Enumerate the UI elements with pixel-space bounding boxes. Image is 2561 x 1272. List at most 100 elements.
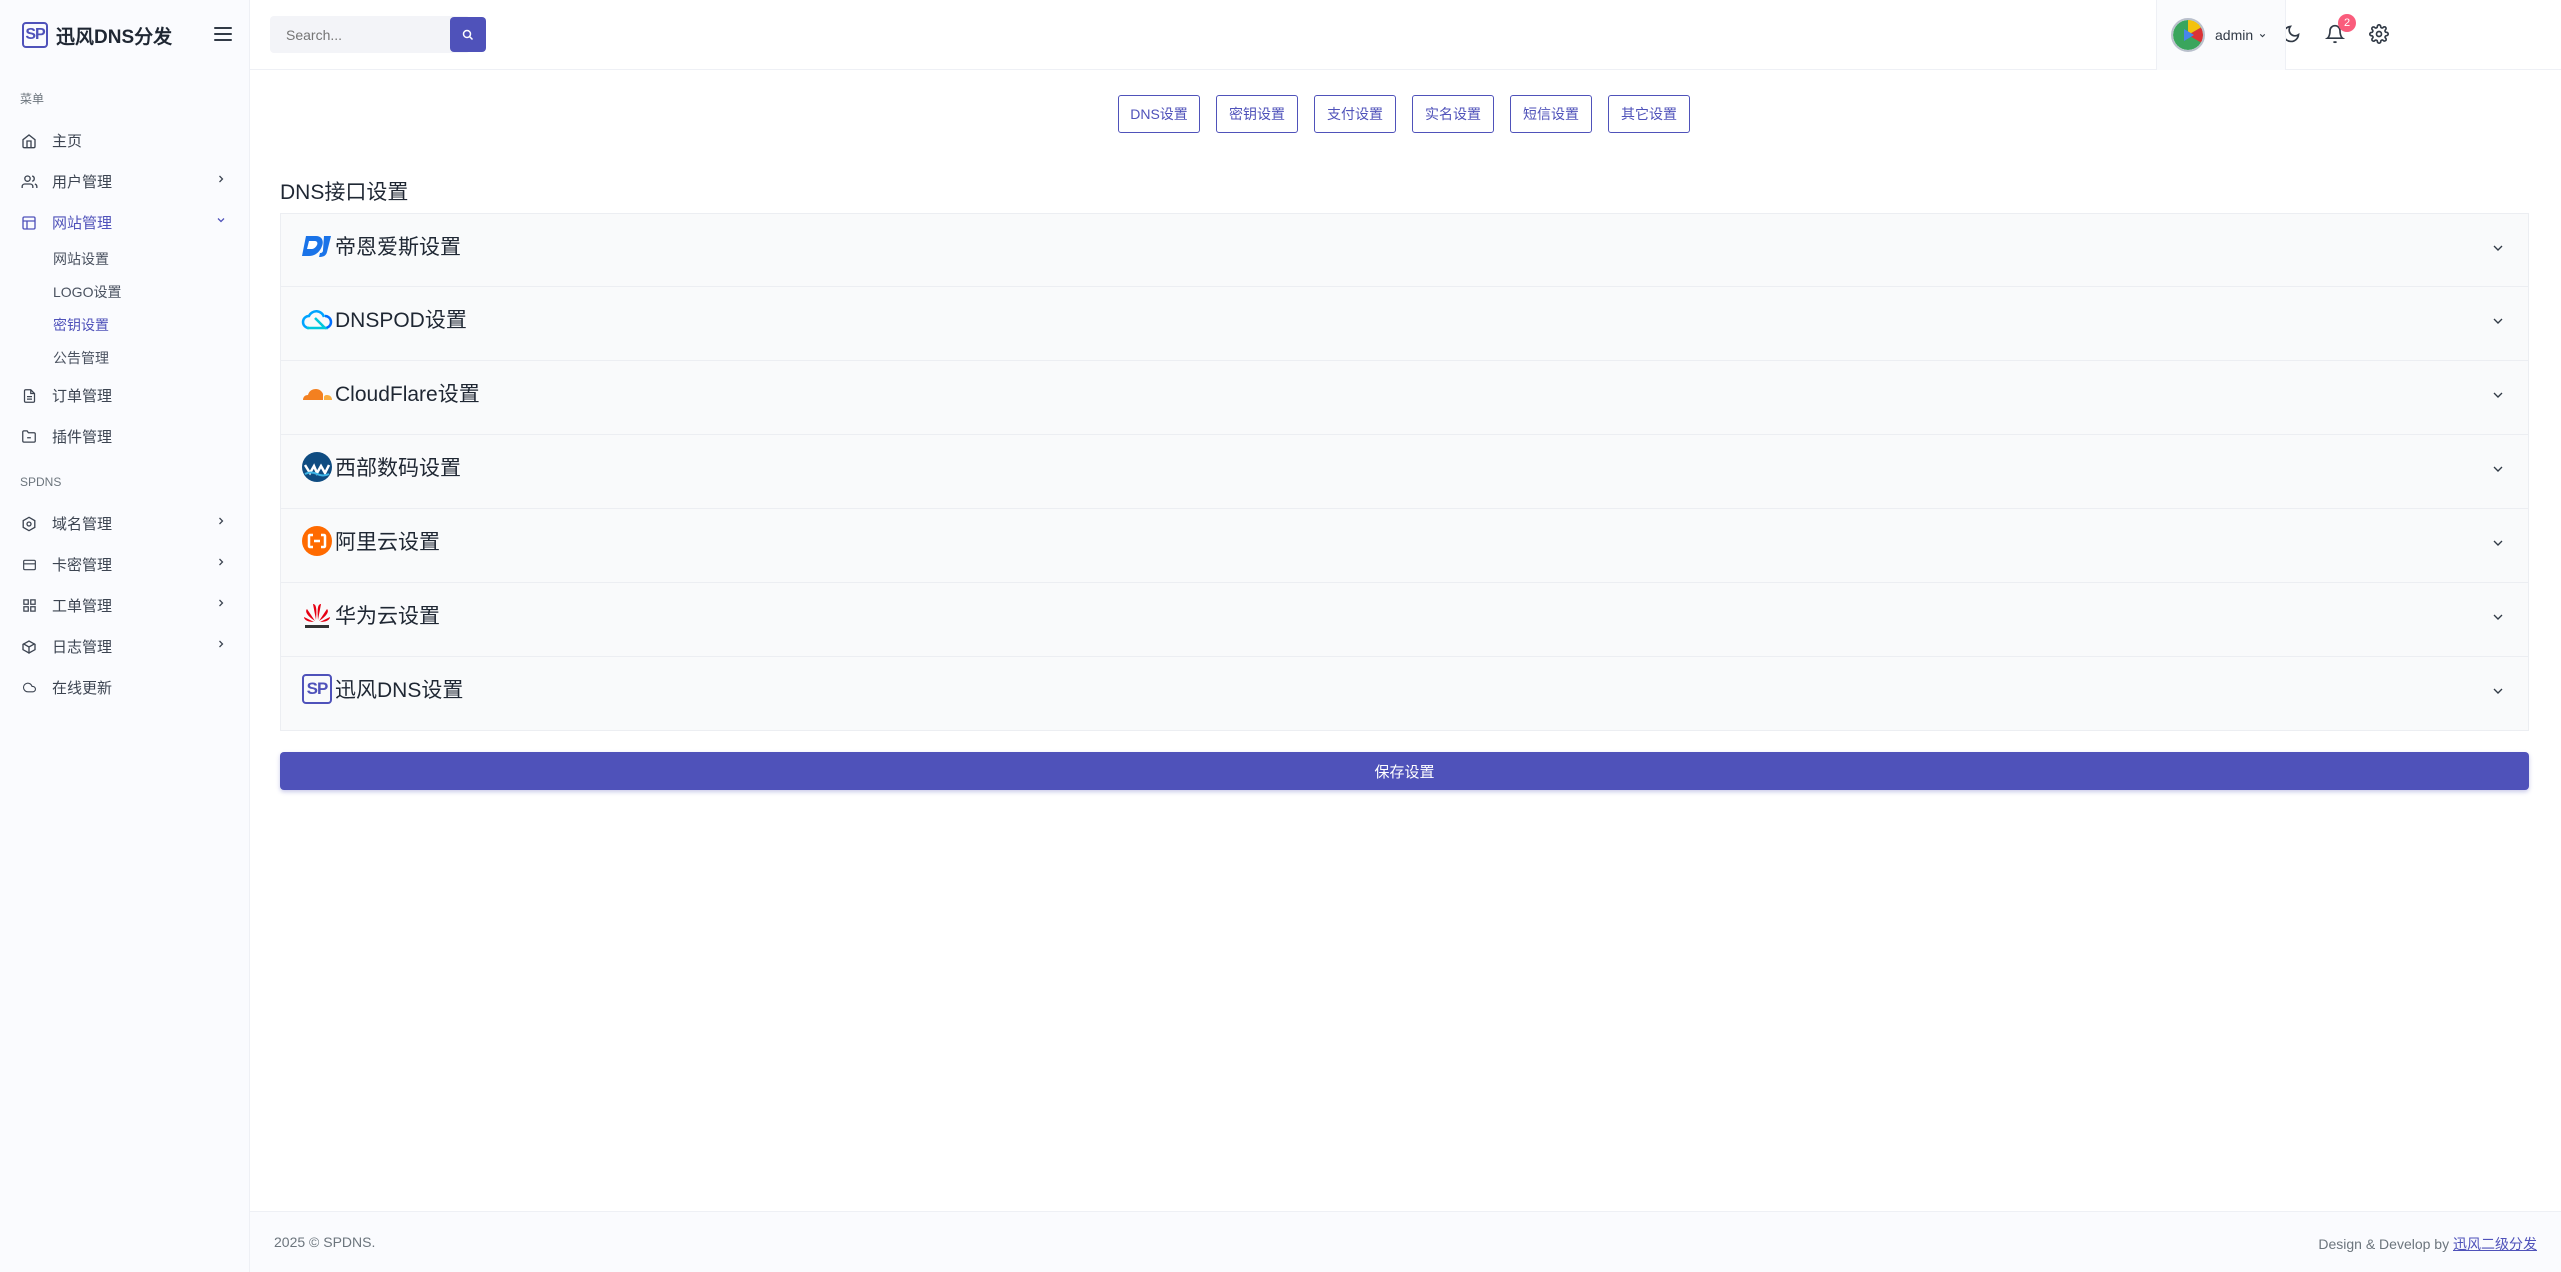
dns-provider-accordion: 帝恩爱斯设置 DNSPOD设置 CloudFlare设置 西部数码设置 阿里云设… xyxy=(280,213,2529,731)
user-name: admin xyxy=(2215,27,2254,43)
sidebar-item-orders[interactable]: 订单管理 xyxy=(0,375,249,416)
notifications-button[interactable]: 2 xyxy=(2324,14,2356,46)
sidebar-item-plugins[interactable]: 插件管理 xyxy=(0,416,249,457)
credit-card-icon xyxy=(20,556,38,574)
sidebar-item-domains[interactable]: 域名管理 xyxy=(0,503,249,544)
footer-credit: Design & Develop by 迅风二级分发 xyxy=(2318,1234,2537,1254)
sidebar-subitem-website-settings[interactable]: 网站设置 xyxy=(53,243,249,276)
sidebar-item-label: 插件管理 xyxy=(52,429,113,446)
accordion-item-aliyun[interactable]: 阿里云设置 xyxy=(280,509,2529,583)
sidebar-item-label: 用户管理 xyxy=(52,174,113,191)
website-submenu: 网站设置 LOGO设置 密钥设置 公告管理 xyxy=(0,243,249,375)
main-content: DNS设置 密钥设置 支付设置 实名设置 短信设置 其它设置 DNS接口设置 帝… xyxy=(250,71,2561,1211)
file-text-icon xyxy=(20,387,38,405)
sidebar-subitem-key-settings[interactable]: 密钥设置 xyxy=(53,309,249,342)
chevron-down-icon xyxy=(2493,245,2503,251)
sidebar-item-label: 订单管理 xyxy=(52,388,113,405)
spdns-section-title: SPDNS xyxy=(20,475,62,489)
sidebar-item-label: 网站管理 xyxy=(52,215,113,232)
tab-dns-settings[interactable]: DNS设置 xyxy=(1118,95,1200,133)
brand-name: 迅风DNS分发 xyxy=(56,26,173,48)
sidebar-item-label: 卡密管理 xyxy=(52,557,113,574)
menu-toggle-icon[interactable] xyxy=(214,25,232,43)
sidebar-item-label: 域名管理 xyxy=(52,516,113,533)
sidebar: SP 迅风DNS分发 菜单 主页 用户管理 网站管理 网站设置 LOGO设置 密… xyxy=(0,0,250,1272)
search-input[interactable] xyxy=(270,16,450,53)
user-menu[interactable]: admin xyxy=(2156,0,2286,70)
accordion-label: DNSPOD设置 xyxy=(335,309,467,332)
chevron-down-icon xyxy=(2493,614,2503,620)
menu-section-title: 菜单 xyxy=(20,92,45,106)
footer-credit-link[interactable]: 迅风二级分发 xyxy=(2453,1236,2537,1252)
tab-payment-settings[interactable]: 支付设置 xyxy=(1314,95,1396,133)
sidebar-item-users[interactable]: 用户管理 xyxy=(0,161,249,202)
tab-key-settings[interactable]: 密钥设置 xyxy=(1216,95,1298,133)
accordion-label: CloudFlare设置 xyxy=(335,383,480,406)
west-icon xyxy=(301,451,333,483)
accordion-label: 帝恩爱斯设置 xyxy=(335,236,461,259)
search-icon xyxy=(462,29,474,40)
sidebar-item-label: 在线更新 xyxy=(52,680,113,697)
chevron-down-icon xyxy=(2259,33,2266,37)
sidebar-item-logs[interactable]: 日志管理 xyxy=(0,626,249,667)
accordion-item-cloudflare[interactable]: CloudFlare设置 xyxy=(280,361,2529,435)
cloudflare-icon xyxy=(301,377,333,409)
package-icon xyxy=(20,638,38,656)
sidebar-item-cards[interactable]: 卡密管理 xyxy=(0,544,249,585)
chevron-right-icon xyxy=(219,175,224,183)
dnspod-cloud-icon xyxy=(301,303,333,335)
settings-button[interactable] xyxy=(2369,24,2391,46)
grid-icon xyxy=(20,597,38,615)
spdns-icon: SP xyxy=(301,673,333,705)
accordion-label: 迅风DNS设置 xyxy=(335,679,464,702)
footer: 2025 © SPDNS. Design & Develop by 迅风二级分发 xyxy=(250,1211,2561,1272)
sidebar-item-update[interactable]: 在线更新 xyxy=(0,667,249,708)
gear-icon xyxy=(2369,24,2389,44)
save-settings-button[interactable]: 保存设置 xyxy=(280,752,2529,790)
chevron-down-icon xyxy=(2493,688,2503,694)
chevron-down-icon xyxy=(2493,540,2503,546)
sidebar-item-label: 日志管理 xyxy=(52,639,113,656)
layout-icon xyxy=(20,214,38,232)
accordion-item-spdns[interactable]: SP 迅风DNS设置 xyxy=(280,657,2529,731)
chevron-right-icon xyxy=(219,640,224,648)
sidebar-subitem-logo-settings[interactable]: LOGO设置 xyxy=(53,276,249,309)
tab-realname-settings[interactable]: 实名设置 xyxy=(1412,95,1494,133)
chevron-right-icon xyxy=(219,517,224,525)
huawei-icon xyxy=(301,599,333,631)
chevron-down-icon xyxy=(2493,318,2503,324)
avatar xyxy=(2171,18,2205,52)
chevron-down-icon xyxy=(2493,466,2503,472)
brand[interactable]: SP 迅风DNS分发 xyxy=(0,0,249,70)
brand-logo: SP xyxy=(22,22,48,48)
chevron-down-icon xyxy=(2493,392,2503,398)
accordion-item-west[interactable]: 西部数码设置 xyxy=(280,435,2529,509)
sidebar-item-home[interactable]: 主页 xyxy=(0,120,249,161)
footer-copyright: 2025 © SPDNS. xyxy=(274,1234,376,1250)
search-box xyxy=(270,16,470,53)
tab-other-settings[interactable]: 其它设置 xyxy=(1608,95,1690,133)
section-title: DNS接口设置 xyxy=(280,181,409,204)
folder-icon xyxy=(20,428,38,446)
sidebar-item-label: 工单管理 xyxy=(52,598,113,615)
sidebar-item-tickets[interactable]: 工单管理 xyxy=(0,585,249,626)
sidebar-item-label: 主页 xyxy=(52,133,83,150)
topbar: 2 admin xyxy=(250,0,2561,70)
cloud-icon xyxy=(20,679,38,697)
accordion-item-huawei[interactable]: 华为云设置 xyxy=(280,583,2529,657)
sidebar-item-website[interactable]: 网站管理 xyxy=(0,202,249,243)
home-icon xyxy=(20,132,38,150)
accordion-item-dnsla[interactable]: 帝恩爱斯设置 xyxy=(280,213,2529,287)
tab-sms-settings[interactable]: 短信设置 xyxy=(1510,95,1592,133)
accordion-label: 阿里云设置 xyxy=(335,531,440,554)
accordion-item-dnspod[interactable]: DNSPOD设置 xyxy=(280,287,2529,361)
accordion-label: 西部数码设置 xyxy=(335,457,461,480)
sidebar-subitem-announcements[interactable]: 公告管理 xyxy=(53,342,249,375)
chevron-right-icon xyxy=(219,558,224,566)
notification-badge: 2 xyxy=(2338,14,2356,32)
users-icon xyxy=(20,173,38,191)
accordion-label: 华为云设置 xyxy=(335,605,440,628)
spdns-logo-text: SP xyxy=(302,674,332,704)
search-button[interactable] xyxy=(450,17,486,52)
chevron-right-icon xyxy=(219,599,224,607)
